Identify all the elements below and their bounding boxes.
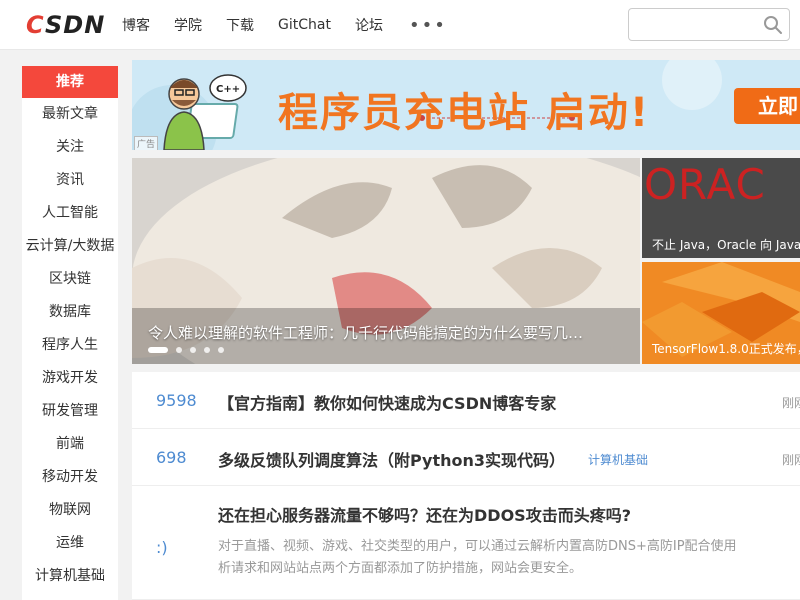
carousel-dot-4[interactable] <box>204 347 210 353</box>
featured-carousel[interactable]: 令人难以理解的软件工程师：几千行代码能搞定的为什么要写几… <box>132 158 640 364</box>
news-tile-tensorflow[interactable]: TensorFlow1.8.0正式发布， <box>642 262 800 364</box>
post-time: 刚刚 <box>782 453 800 467</box>
sidebar-item-ai[interactable]: 人工智能 <box>22 197 118 230</box>
nav-forum[interactable]: 论坛 <box>355 15 383 35</box>
list-item[interactable]: 698 多级反馈队列调度算法（附Python3实现代码） 计算机基础 刚刚 <box>132 429 800 486</box>
sidebar-item-ops[interactable]: 运维 <box>22 527 118 560</box>
sidebar-item-rd-management[interactable]: 研发管理 <box>22 395 118 428</box>
sidebar-item-follow[interactable]: 关注 <box>22 131 118 164</box>
sidebar-item-iot[interactable]: 物联网 <box>22 494 118 527</box>
category-tag[interactable]: 计算机基础 <box>588 451 648 468</box>
main-nav: 博客 学院 下载 GitChat 论坛 ••• <box>122 0 471 50</box>
tile-caption: 不止 Java，Oracle 向 Java <box>652 238 800 252</box>
carousel-dot-1[interactable] <box>148 347 168 353</box>
article-title[interactable]: 还在担心服务器流量不够吗？还在为DDOS攻击而头疼吗? <box>218 502 631 526</box>
carousel-dots <box>148 347 232 353</box>
sidebar-item-cloud[interactable]: 云计算/大数据 <box>22 230 118 263</box>
nav-gitchat[interactable]: GitChat <box>278 17 331 33</box>
sidebar-item-mobile[interactable]: 移动开发 <box>22 461 118 494</box>
article-title[interactable]: 多级反馈队列调度算法（附Python3实现代码） <box>218 447 565 471</box>
sidebar-item-programmer-life[interactable]: 程序人生 <box>22 329 118 362</box>
carousel-dot-2[interactable] <box>176 347 182 353</box>
sidebar-item-recommend[interactable]: 推荐 <box>22 66 118 98</box>
bubble-text: C++ <box>216 84 240 95</box>
sidebar-item-gamedev[interactable]: 游戏开发 <box>22 362 118 395</box>
svg-text:C: C <box>26 12 45 36</box>
carousel-dot-5[interactable] <box>218 347 224 353</box>
sidebar-item-cs-basics[interactable]: 计算机基础 <box>22 560 118 593</box>
top-navbar: C SDN 博客 学院 下载 GitChat 论坛 ••• <box>0 0 800 50</box>
summary-line: 对于直播、视频、游戏、社交类型的用户，可以通过云解析内置高防DNS+高防IP配合… <box>218 539 737 554</box>
read-count: 9598 <box>156 391 197 410</box>
category-sidebar: 推荐 最新文章 关注 资讯 人工智能 云计算/大数据 区块链 数据库 程序人生 … <box>22 66 118 600</box>
carousel-caption[interactable]: 令人难以理解的软件工程师：几千行代码能搞定的为什么要写几… <box>148 322 583 343</box>
article-feed: 9598 【官方指南】教你如何快速成为CSDN博客专家 刚刚 698 多级反馈队… <box>132 372 800 600</box>
list-item[interactable]: :) 还在担心服务器流量不够吗？还在为DDOS攻击而头疼吗? 对于直播、视频、游… <box>132 486 800 600</box>
summary-line: 析请求和网站站点两个方面都添加了防护措施，网站会更安全。 <box>218 561 583 576</box>
smiley-badge: :) <box>156 538 168 557</box>
nav-edu[interactable]: 学院 <box>174 15 202 35</box>
more-icon[interactable]: ••• <box>409 15 447 36</box>
carousel-dot-3[interactable] <box>190 347 196 353</box>
sidebar-item-frontend[interactable]: 前端 <box>22 428 118 461</box>
article-title[interactable]: 【官方指南】教你如何快速成为CSDN博客专家 <box>218 390 556 414</box>
tile-caption: TensorFlow1.8.0正式发布， <box>652 342 800 356</box>
svg-text:SDN: SDN <box>45 12 105 36</box>
sidebar-item-database[interactable]: 数据库 <box>22 296 118 329</box>
sidebar-item-latest[interactable]: 最新文章 <box>22 98 118 131</box>
search-input[interactable] <box>629 9 757 40</box>
list-item[interactable]: 9598 【官方指南】教你如何快速成为CSDN博客专家 刚刚 <box>132 372 800 429</box>
news-tile-oracle[interactable]: ORAC 不止 Java，Oracle 向 Java <box>642 158 800 258</box>
read-count: 698 <box>156 448 187 467</box>
ad-label: 广告 <box>134 136 159 150</box>
search-box <box>628 8 790 41</box>
oracle-logo: ORAC <box>644 160 766 209</box>
csdn-logo[interactable]: C SDN <box>26 12 108 36</box>
sidebar-item-blockchain[interactable]: 区块链 <box>22 263 118 296</box>
banner-headline: 程序员充电站 启动! <box>278 90 651 136</box>
article-summary: 对于直播、视频、游戏、社交类型的用户，可以通过云解析内置高防DNS+高防IP配合… <box>218 536 800 580</box>
nav-download[interactable]: 下载 <box>226 15 254 35</box>
nav-blog[interactable]: 博客 <box>122 15 150 35</box>
ad-banner[interactable]: C++ 程序员充电站 启动! 立即 广告 <box>132 60 800 150</box>
post-time: 刚刚 <box>782 396 800 410</box>
search-icon[interactable] <box>763 15 783 35</box>
banner-cta-button[interactable]: 立即 <box>734 88 800 124</box>
sidebar-item-news[interactable]: 资讯 <box>22 164 118 197</box>
